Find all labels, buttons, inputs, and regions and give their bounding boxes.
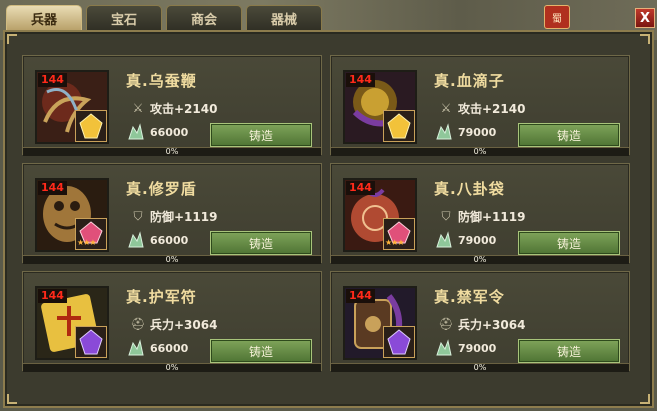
- gem-slot: [75, 326, 107, 358]
- panel-corner-ornament: [7, 394, 17, 404]
- jade-currency-icon: [436, 339, 452, 356]
- forge-button[interactable]: 铸造: [210, 231, 312, 255]
- forge-progress-bar: 0%: [331, 363, 629, 372]
- item-card: 144 真.禁军令 ⛑ 兵力+3064 79000 铸造 0%: [330, 271, 630, 372]
- jade-currency-icon: [436, 123, 452, 140]
- shield-icon: ⛉: [133, 208, 143, 223]
- purple-gem-icon: [387, 329, 411, 355]
- item-slot[interactable]: 144: [343, 286, 417, 360]
- item-slot[interactable]: 144: [35, 70, 109, 144]
- progress-text: 0%: [473, 147, 487, 156]
- item-name: 真.修罗盾: [126, 180, 197, 198]
- jade-currency-icon: [128, 123, 144, 140]
- forge-cost: 79000: [458, 342, 497, 355]
- jade-currency-icon: [128, 231, 144, 248]
- gold-gem-icon: [79, 113, 103, 139]
- helmet-icon: ⛑: [130, 317, 146, 331]
- item-level: 144: [346, 289, 375, 303]
- star-rating: ★★★: [77, 238, 96, 247]
- item-level: 144: [38, 181, 67, 195]
- item-name: 真.八卦袋: [434, 180, 505, 198]
- panel-corner-ornament: [7, 34, 17, 44]
- tab-machinery[interactable]: 器械: [246, 5, 322, 31]
- forge-progress-bar: 0%: [23, 363, 321, 372]
- item-card: 144 真.护军符 ⛑ 兵力+3064 66000 铸造 0%: [22, 271, 322, 372]
- item-slot[interactable]: 144 ★★★: [35, 178, 109, 252]
- item-level: 144: [38, 289, 67, 303]
- item-name: 真.乌蚕鞭: [126, 72, 197, 90]
- item-stat: 防御+1119: [150, 210, 218, 224]
- forge-cost: 79000: [458, 234, 497, 247]
- item-stat: 兵力+3064: [458, 318, 526, 332]
- helmet-icon: ⛑: [438, 317, 454, 331]
- progress-text: 0%: [165, 363, 179, 372]
- gem-slot: [383, 110, 415, 142]
- item-card: 144 真.乌蚕鞭 ⚔ 攻击+2140 66000 铸造 0%: [22, 55, 322, 156]
- item-card: 144 真.血滴子 ⚔ 攻击+2140 79000 铸造 0%: [330, 55, 630, 156]
- item-card: 144 ★★★ 真.八卦袋 ⛉ 防御+1119 79000 铸造 0%: [330, 163, 630, 264]
- forge-button[interactable]: 铸造: [518, 339, 620, 363]
- item-slot[interactable]: 144: [343, 70, 417, 144]
- item-name: 真.护军符: [126, 288, 197, 306]
- tab-merchant[interactable]: 商会: [166, 5, 242, 31]
- item-slot[interactable]: 144 ★★★: [343, 178, 417, 252]
- tab-gems[interactable]: 宝石: [86, 5, 162, 31]
- kingdom-seal-icon: 蜀: [544, 5, 570, 29]
- shield-icon: ⛉: [441, 208, 451, 223]
- sword-icon: ⚔: [132, 101, 144, 115]
- forge-button[interactable]: 铸造: [210, 123, 312, 147]
- item-stat: 攻击+2140: [150, 102, 218, 116]
- item-grid: 144 真.乌蚕鞭 ⚔ 攻击+2140 66000 铸造 0% 144 真.血滴…: [22, 55, 630, 372]
- item-stat: 攻击+2140: [458, 102, 526, 116]
- forge-button[interactable]: 铸造: [518, 123, 620, 147]
- forge-progress-bar: 0%: [331, 255, 629, 264]
- item-level: 144: [38, 73, 67, 87]
- item-card: 144 ★★★ 真.修罗盾 ⛉ 防御+1119 66000 铸造 0%: [22, 163, 322, 264]
- close-button[interactable]: X: [635, 8, 655, 28]
- item-level: 144: [346, 73, 375, 87]
- progress-text: 0%: [165, 147, 179, 156]
- tab-weapons[interactable]: 兵器: [6, 5, 82, 31]
- gold-gem-icon: [387, 113, 411, 139]
- forge-button[interactable]: 铸造: [518, 231, 620, 255]
- panel-corner-ornament: [640, 394, 650, 404]
- forge-progress-bar: 0%: [331, 147, 629, 156]
- forge-progress-bar: 0%: [23, 255, 321, 264]
- sword-icon: ⚔: [440, 101, 452, 115]
- item-name: 真.血滴子: [434, 72, 505, 90]
- forge-cost: 66000: [150, 342, 189, 355]
- forge-cost: 79000: [458, 126, 497, 139]
- forge-panel: 144 真.乌蚕鞭 ⚔ 攻击+2140 66000 铸造 0% 144 真.血滴…: [3, 30, 654, 408]
- forge-cost: 66000: [150, 126, 189, 139]
- item-stat: 兵力+3064: [150, 318, 218, 332]
- panel-corner-ornament: [640, 34, 650, 44]
- forge-button[interactable]: 铸造: [210, 339, 312, 363]
- jade-currency-icon: [436, 231, 452, 248]
- gem-slot: [75, 110, 107, 142]
- star-rating: ★★★: [385, 238, 404, 247]
- item-level: 144: [346, 181, 375, 195]
- progress-text: 0%: [165, 255, 179, 264]
- item-name: 真.禁军令: [434, 288, 505, 306]
- forge-cost: 66000: [150, 234, 189, 247]
- tab-bar: 兵器 宝石 商会 器械: [6, 5, 322, 32]
- item-slot[interactable]: 144: [35, 286, 109, 360]
- progress-text: 0%: [473, 255, 487, 264]
- item-stat: 防御+1119: [458, 210, 526, 224]
- gem-slot: [383, 326, 415, 358]
- progress-text: 0%: [473, 363, 487, 372]
- purple-gem-icon: [79, 329, 103, 355]
- forge-progress-bar: 0%: [23, 147, 321, 156]
- jade-currency-icon: [128, 339, 144, 356]
